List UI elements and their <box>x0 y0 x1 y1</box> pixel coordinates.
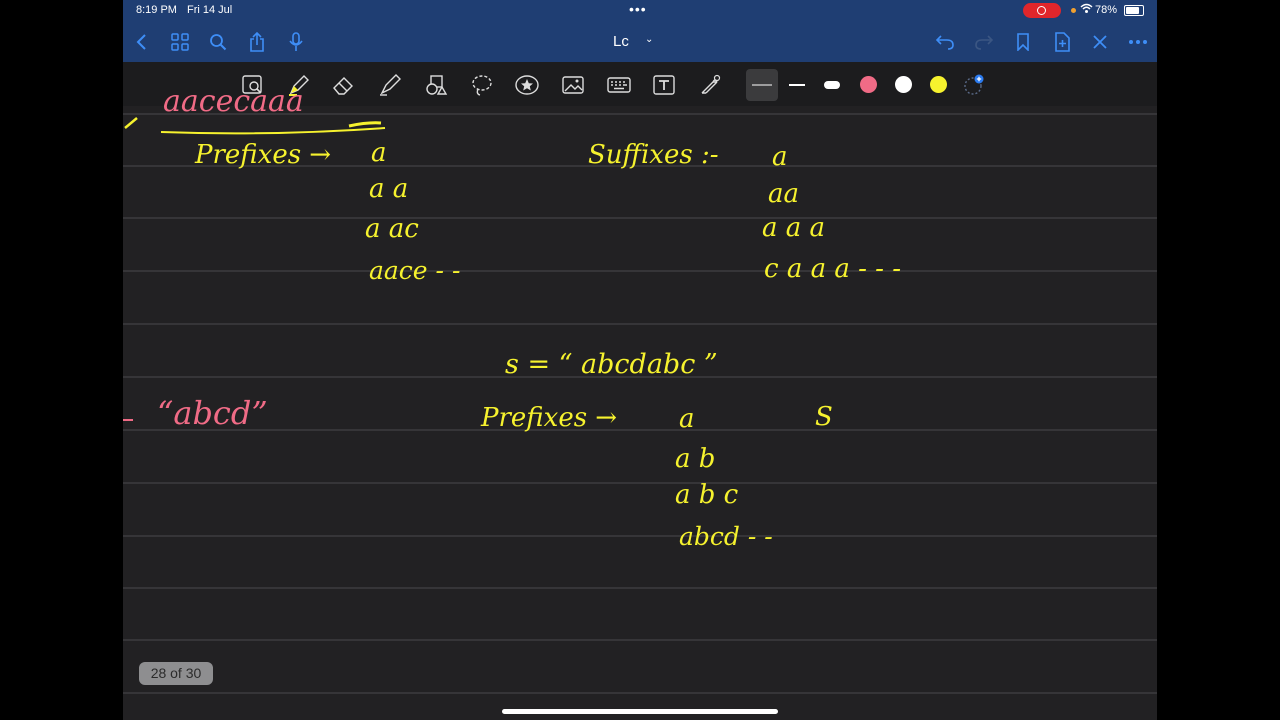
stroke-thin-icon[interactable] <box>749 72 775 98</box>
more-options-icon[interactable] <box>1126 30 1150 54</box>
suffixes-label: Suffixes :- <box>588 140 719 170</box>
highlighter-icon[interactable] <box>377 72 403 98</box>
lasso-icon[interactable] <box>469 72 495 98</box>
stroke-medium-icon[interactable] <box>784 72 810 98</box>
pen-color-pink[interactable] <box>860 76 877 93</box>
sticker-star-icon[interactable] <box>514 72 540 98</box>
shapes-icon[interactable] <box>423 72 449 98</box>
add-page-icon[interactable] <box>1050 30 1074 54</box>
wifi-icon <box>1080 3 1093 17</box>
suffix-item: a a a <box>762 213 826 243</box>
screen-recording-icon[interactable] <box>1023 3 1061 18</box>
document-title[interactable]: Lc <box>613 33 629 50</box>
text-box-icon[interactable] <box>651 72 677 98</box>
prefix-item: aace - - <box>369 256 461 285</box>
suffix-item: aa <box>768 179 800 209</box>
suffix-item: c a a a - - - <box>764 254 902 284</box>
laser-pointer-icon[interactable] <box>697 72 723 98</box>
redo-icon[interactable] <box>972 30 996 54</box>
top-string-partial: aacecaaa <box>163 84 304 119</box>
status-date: Fri 14 Jul <box>187 4 233 16</box>
prefix2-item: a b c <box>675 480 739 510</box>
share-icon[interactable] <box>245 30 269 54</box>
prefix2-item: a b <box>675 444 716 474</box>
pen-color-white[interactable] <box>895 76 912 93</box>
bookmark-icon[interactable] <box>1011 30 1035 54</box>
prefix2-item: a <box>679 404 695 434</box>
ruled-lines <box>123 113 1157 694</box>
underline-stroke <box>160 127 386 135</box>
prefix-item: a ac <box>365 214 419 244</box>
microphone-icon[interactable] <box>284 30 308 54</box>
left-string-abcd: “abcd” <box>157 394 268 432</box>
chevron-down-icon[interactable]: ⌄ <box>645 34 653 45</box>
keyboard-icon[interactable] <box>606 72 632 98</box>
prefix2-item: abcd - - <box>679 522 773 551</box>
note-canvas[interactable]: aacecaaa Prefixes → a a a a ac aace - - … <box>123 84 1157 720</box>
battery-icon <box>1124 5 1144 16</box>
close-icon[interactable] <box>1088 30 1112 54</box>
suffix-item: a <box>772 142 788 172</box>
multitasking-dots-icon[interactable]: ••• <box>629 1 647 17</box>
page-indicator: 28 of 30 <box>139 662 213 685</box>
undo-icon[interactable] <box>933 30 957 54</box>
battery-percentage: 78% <box>1095 4 1118 16</box>
prefix-item: a <box>371 138 387 168</box>
prefix-item: a a <box>369 174 409 204</box>
search-icon[interactable] <box>206 30 230 54</box>
navigation-bar: Lc ⌄ <box>123 22 1157 62</box>
home-indicator[interactable] <box>502 709 778 714</box>
prefixes-label: Prefixes → <box>195 140 332 170</box>
s-mark: S <box>815 402 833 432</box>
string-definition: s = “ abcdabc ” <box>505 349 718 380</box>
eraser-icon[interactable] <box>331 72 357 98</box>
thumbnails-grid-icon[interactable] <box>168 30 192 54</box>
image-icon[interactable] <box>560 72 586 98</box>
pen-color-yellow[interactable] <box>930 76 947 93</box>
add-color-icon[interactable] <box>960 72 986 98</box>
back-chevron-icon[interactable] <box>129 30 153 54</box>
ipad-screen: 8:19 PM Fri 14 Jul ••• 78% Lc ⌄ aacecaaa… <box>123 0 1157 720</box>
prefixes2-label: Prefixes → <box>481 403 618 433</box>
status-bar: 8:19 PM Fri 14 Jul ••• 78% <box>123 0 1157 22</box>
stroke-thick-icon[interactable] <box>819 72 845 98</box>
status-time: 8:19 PM <box>136 4 177 16</box>
mic-in-use-dot-icon <box>1071 8 1076 13</box>
